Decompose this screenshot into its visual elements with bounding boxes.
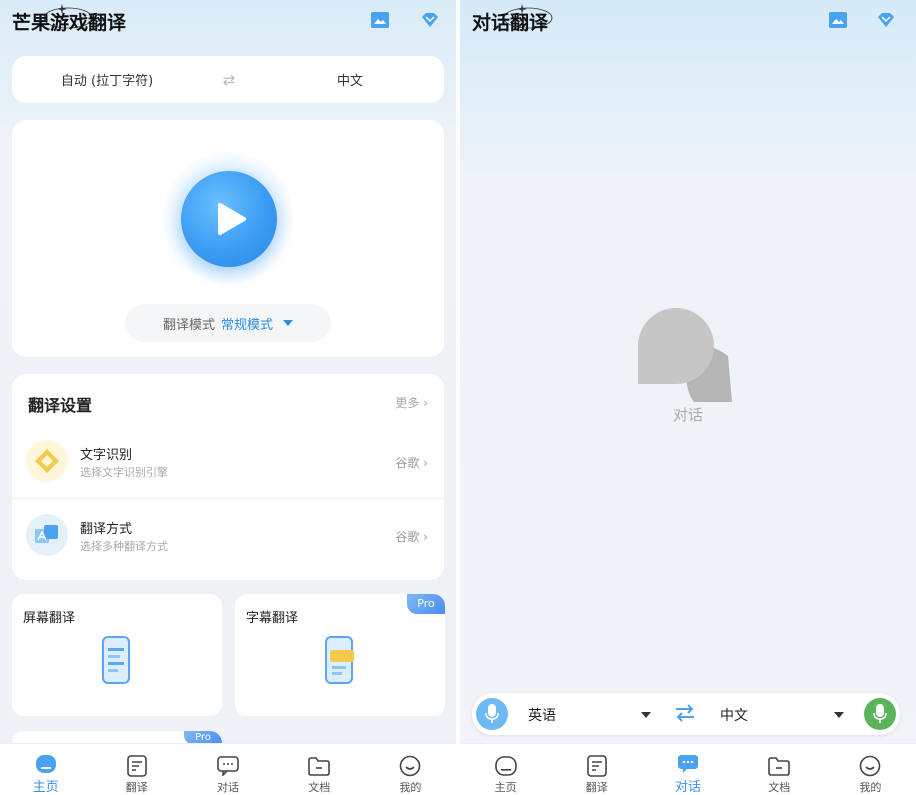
chat-icon [676, 754, 700, 774]
vip-diamond-icon[interactable] [420, 10, 440, 30]
nav-home[interactable]: 主页 [0, 744, 91, 795]
nav-label: 我的 [399, 781, 422, 794]
mode-label: 翻译模式 [162, 317, 215, 333]
nav-translate[interactable]: 翻译 [91, 744, 182, 795]
conversation-language-a[interactable]: 英语 [528, 705, 556, 725]
nav-label: 翻译 [585, 781, 608, 794]
nav-translate[interactable]: 翻译 [551, 744, 642, 795]
translation-settings-card: 翻译设置 更多 › 文字识别 选择文字识别引擎 谷歌 › 翻译方式 选择多种翻译… [12, 374, 444, 580]
play-icon [218, 203, 246, 235]
conversation-language-b[interactable]: 中文 [720, 705, 748, 725]
nav-profile[interactable]: 我的 [825, 744, 916, 795]
nav-conversation[interactable]: 对话 [182, 744, 273, 795]
nav-conversation[interactable]: 对话 [642, 744, 733, 795]
translation-mode-selector[interactable]: 翻译模式 常规模式 [125, 304, 331, 342]
home-screen: 芒果游戏翻译 自动 (拉丁字符) ⇄ 中文 翻译模式 常规模式 翻译设置 更多 … [0, 0, 456, 795]
home-icon [34, 754, 58, 774]
setting-row-subtitle: 选择多种翻译方式 [80, 540, 168, 553]
feature-screen-translate[interactable]: 屏幕翻译 [12, 594, 222, 716]
vip-diamond-icon[interactable] [876, 10, 896, 30]
nav-label: 我的 [859, 781, 882, 794]
setting-row-title: 文字识别 [80, 448, 133, 463]
pro-badge: Pro [407, 594, 445, 614]
nav-profile[interactable]: 我的 [365, 744, 456, 795]
nav-documents[interactable]: 文档 [734, 744, 825, 795]
nav-documents[interactable]: 文档 [274, 744, 365, 795]
chat-icon [216, 754, 240, 777]
microphone-icon [873, 704, 887, 723]
phone-subtitle-icon [325, 636, 354, 684]
translate-doc-icon [125, 754, 149, 777]
nav-home[interactable]: 主页 [460, 744, 551, 795]
nav-label: 主页 [494, 781, 517, 794]
target-language[interactable]: 中文 [256, 70, 444, 89]
settings-title: 翻译设置 [28, 396, 93, 415]
microphone-icon [485, 704, 499, 723]
language-selector-bar: 自动 (拉丁字符) ⇄ 中文 [12, 56, 444, 103]
conversation-language-bar: 英语 中文 [472, 693, 900, 735]
mode-value: 常规模式 [221, 317, 274, 333]
setting-row-title: 翻译方式 [80, 522, 133, 537]
setting-row-value: 谷歌 › [395, 456, 428, 470]
nav-label: 翻译 [125, 781, 148, 794]
app-title: 芒果游戏翻译 [12, 12, 127, 34]
conversation-screen: 对话翻译 对话 英语 中文 主页 翻译 对话 文档 我的 [460, 0, 916, 795]
feature-title: 字幕翻译 [246, 611, 299, 626]
chevron-down-icon [283, 320, 294, 326]
translate-doc-icon [585, 754, 609, 777]
nav-label: 文档 [768, 781, 791, 794]
caret-down-icon[interactable] [834, 712, 844, 718]
nav-label: 文档 [308, 781, 331, 794]
image-icon[interactable] [370, 10, 390, 30]
home-icon [494, 754, 518, 777]
feature-title: 屏幕翻译 [23, 611, 76, 626]
row-divider [12, 498, 444, 499]
smiley-icon [398, 754, 422, 777]
nav-label: 主页 [32, 780, 59, 795]
ocr-icon [26, 440, 68, 482]
start-play-button[interactable] [181, 171, 277, 267]
mic-button-right[interactable] [864, 698, 896, 730]
source-language[interactable]: 自动 (拉丁字符) [12, 70, 202, 89]
empty-state-label: 对话 [672, 406, 703, 424]
start-translation-card: 翻译模式 常规模式 [12, 120, 444, 357]
swap-language-icon[interactable]: ⇄ [202, 71, 256, 89]
folder-icon [307, 754, 331, 777]
setting-row-ocr[interactable]: 文字识别 选择文字识别引擎 谷歌 › [12, 426, 444, 498]
settings-more-link[interactable]: 更多 › [395, 394, 428, 411]
translate-method-icon [26, 514, 68, 556]
chat-bubbles-icon [638, 308, 732, 402]
phone-screen-icon [102, 636, 130, 684]
smiley-icon [858, 754, 882, 777]
screen-title: 对话翻译 [472, 12, 549, 34]
feature-subtitle-translate[interactable]: 字幕翻译 Pro [235, 594, 445, 716]
setting-row-translation-method[interactable]: 翻译方式 选择多种翻译方式 谷歌 › [12, 500, 444, 572]
nav-label: 对话 [675, 780, 702, 795]
caret-down-icon[interactable] [641, 712, 651, 718]
bottom-nav: 主页 翻译 对话 文档 我的 [460, 743, 916, 795]
folder-icon [767, 754, 791, 777]
image-icon[interactable] [828, 10, 848, 30]
mic-button-left[interactable] [476, 698, 508, 730]
bottom-nav: 主页 翻译 对话 文档 我的 [0, 743, 456, 795]
setting-row-subtitle: 选择文字识别引擎 [80, 466, 168, 479]
setting-row-value: 谷歌 › [395, 530, 428, 544]
swap-arrows-icon[interactable] [674, 703, 696, 723]
nav-label: 对话 [217, 781, 239, 794]
